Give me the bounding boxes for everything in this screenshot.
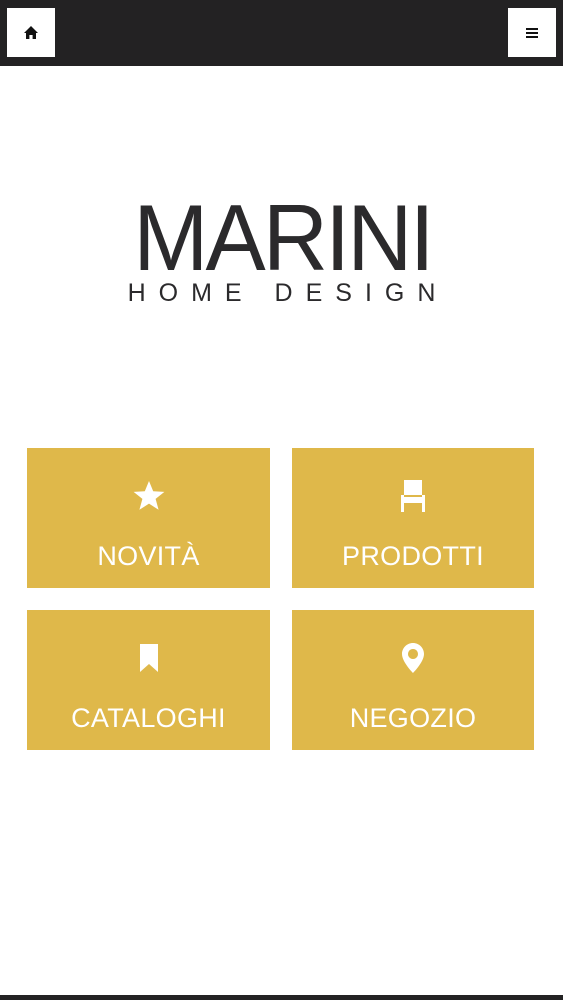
bookmark-icon (27, 640, 270, 676)
tile-prodotti[interactable]: PRODOTTI (292, 448, 534, 588)
tile-novita[interactable]: NOVITÀ (27, 448, 270, 588)
star-icon (27, 478, 270, 514)
bottom-divider (0, 995, 563, 1000)
tile-label: NOVITÀ (97, 541, 200, 571)
brand-logo: MARINI HOME DESIGN (0, 185, 563, 307)
home-button[interactable] (7, 8, 55, 57)
logo-name: MARINI (133, 185, 434, 290)
home-icon (24, 26, 38, 39)
chair-icon (292, 478, 534, 514)
tile-negozio[interactable]: NEGOZIO (292, 610, 534, 750)
menu-button[interactable] (508, 8, 556, 57)
hamburger-menu-icon (526, 27, 538, 38)
tile-label: NEGOZIO (349, 703, 477, 733)
tile-label: CATALOGHI (71, 703, 226, 733)
top-navigation-bar (0, 0, 563, 66)
tile-cataloghi[interactable]: CATALOGHI (27, 610, 270, 750)
tile-label: PRODOTTI (342, 541, 484, 571)
map-pin-icon (292, 640, 534, 676)
